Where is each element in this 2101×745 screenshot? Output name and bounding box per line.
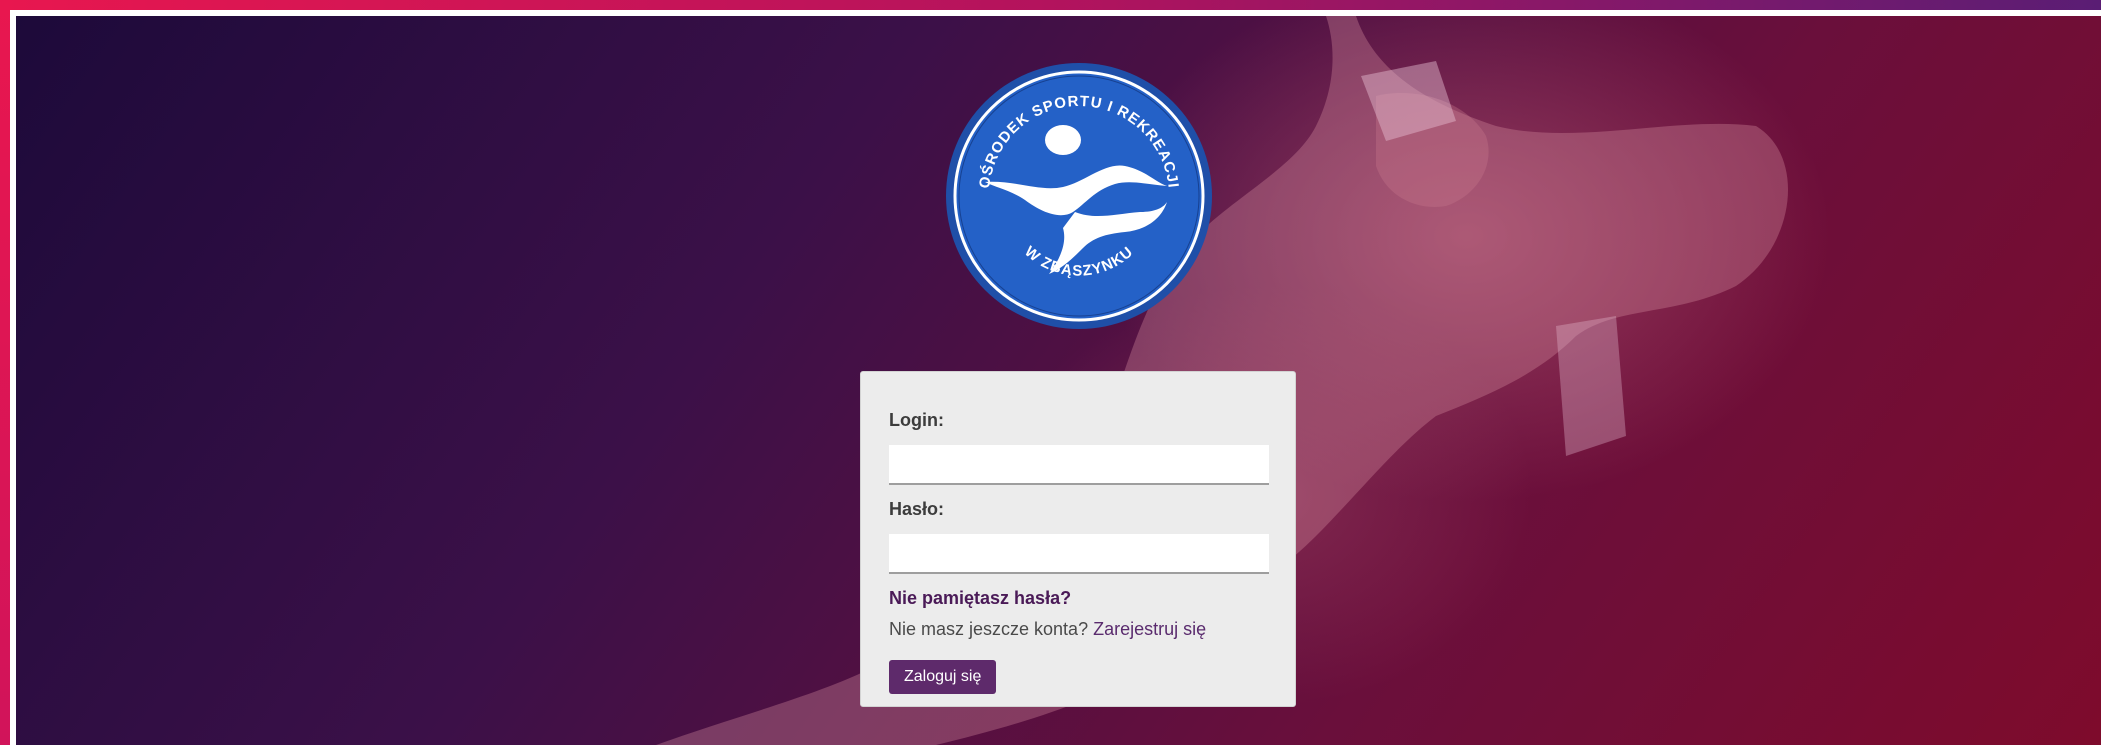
forgot-password-link[interactable]: Nie pamiętasz hasła?: [889, 588, 1267, 609]
login-label: Login:: [889, 410, 944, 430]
register-link[interactable]: Zarejestruj się: [1093, 619, 1206, 639]
left-accent-border: [0, 0, 10, 745]
hero-background: OŚRODEK SPORTU I REKREACJI W ZBĄSZYNKU L…: [16, 16, 2101, 745]
login-input[interactable]: [889, 445, 1269, 485]
password-label: Hasło:: [889, 499, 945, 519]
no-account-line: Nie masz jeszcze konta? Zarejestruj się: [889, 619, 1267, 640]
top-accent-border: [0, 0, 2101, 10]
osir-logo: OŚRODEK SPORTU I REKREACJI W ZBĄSZYNKU: [945, 62, 1213, 330]
login-panel: Login: Hasło: Nie pamiętasz hasła? Nie m…: [860, 371, 1296, 707]
no-account-text: Nie masz jeszcze konta?: [889, 619, 1089, 639]
password-input[interactable]: [889, 534, 1269, 574]
login-button[interactable]: Zaloguj się: [889, 660, 997, 694]
